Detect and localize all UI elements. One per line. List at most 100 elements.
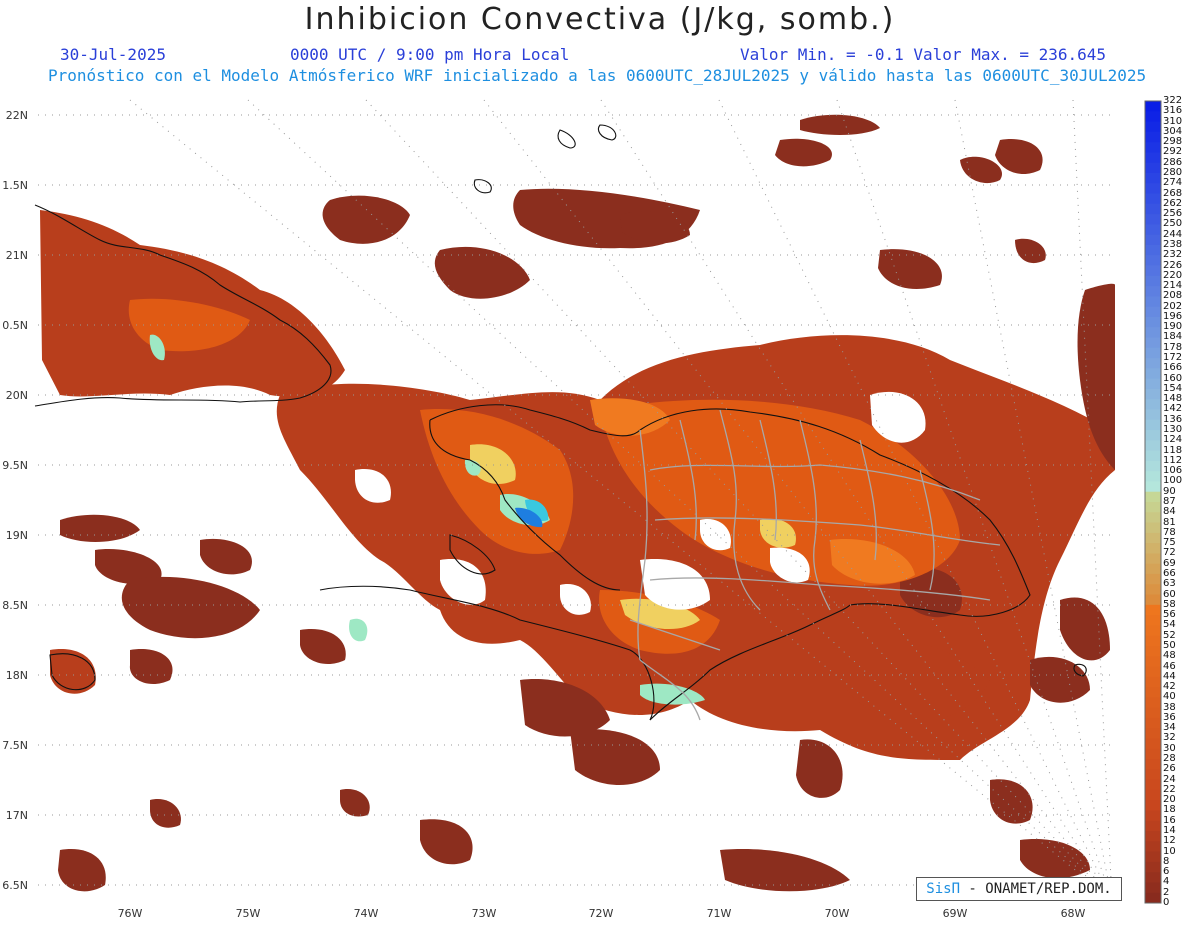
colorbar-swatch-20	[1145, 306, 1161, 318]
colorbar-swatch-7	[1145, 172, 1161, 184]
lat-label-5: 9.5N	[2, 459, 28, 472]
colorbar-swatch-55	[1145, 666, 1161, 678]
colorbar-swatch-68	[1145, 800, 1161, 811]
cell-22	[58, 849, 106, 892]
cell-31	[300, 629, 346, 665]
lon-label-0: 76W	[118, 907, 143, 920]
colorbar-label-30: 142	[1163, 403, 1183, 415]
latitude-labels: 22N 1.5N 21N 0.5N 20N 9.5N 19N 8.5N 18N 7.5N 17N 6.…	[2, 109, 28, 892]
colorbar-swatch-8	[1145, 183, 1161, 195]
lat-label-2: 21N	[6, 249, 28, 262]
cell-9	[60, 514, 140, 542]
colorbar-swatch-3	[1145, 131, 1161, 143]
colorbar-swatch-58	[1145, 697, 1161, 709]
lon-label-7: 69W	[943, 907, 968, 920]
lon-label-5: 71W	[707, 907, 732, 920]
colorbar-label-23: 184	[1163, 331, 1183, 343]
colorbar-swatch-17	[1145, 275, 1161, 287]
colorbar-swatch-57	[1145, 687, 1161, 698]
lat-label-11: 6.5N	[2, 879, 28, 892]
lat-label-1: 1.5N	[2, 179, 28, 192]
colorbar-swatch-65	[1145, 769, 1161, 781]
colorbar-swatch-50	[1145, 615, 1161, 626]
cell-30	[340, 789, 370, 817]
colorbar-label-62: 32	[1163, 732, 1176, 744]
cell-25	[1020, 839, 1090, 879]
colorbar-swatch-37	[1145, 481, 1161, 493]
bahamas-island-1	[473, 179, 492, 194]
lat-label-10: 17N	[6, 809, 28, 822]
colorbar-swatch-48	[1145, 594, 1161, 606]
lon-label-2: 74W	[354, 907, 379, 920]
pale-zone-4	[349, 618, 368, 642]
colorbar-swatch-44	[1145, 553, 1161, 565]
colorbar-swatch-2	[1145, 121, 1161, 133]
colorbar-swatch-22	[1145, 327, 1161, 338]
colorbar-swatch-66	[1145, 779, 1161, 791]
colorbar-label-65: 26	[1163, 763, 1176, 775]
cell-11	[200, 538, 252, 575]
cell-6	[995, 139, 1043, 175]
colorbar-swatch-63	[1145, 748, 1161, 760]
colorbar-swatch-34	[1145, 450, 1161, 462]
colorbar-swatch-47	[1145, 584, 1161, 596]
lon-label-1: 75W	[236, 907, 261, 920]
colorbar-label-37: 100	[1163, 475, 1183, 487]
colorbar-swatch-31	[1145, 419, 1161, 431]
colorbar-swatch-71	[1145, 831, 1161, 842]
colorbar-swatch-15	[1145, 255, 1161, 267]
lat-label-4: 20N	[6, 389, 28, 402]
colorbar-swatch-1	[1145, 111, 1161, 123]
colorbar-swatch-73	[1145, 851, 1161, 863]
colorbar-swatch-6	[1145, 162, 1161, 174]
colorbar-label-15: 232	[1163, 249, 1183, 261]
colorbar-swatch-18	[1145, 286, 1161, 297]
colorbar-swatch-5	[1145, 152, 1161, 164]
colorbar-label-12: 250	[1163, 218, 1183, 230]
colorbar-swatch-36	[1145, 471, 1161, 482]
cell-21	[1060, 597, 1110, 661]
colorbar-swatch-38	[1145, 491, 1161, 503]
colorbar-swatch-75	[1145, 872, 1161, 883]
colorbar-swatch-30	[1145, 409, 1161, 421]
colorbar-swatch-27	[1145, 378, 1161, 390]
colorbar-swatch-54	[1145, 656, 1161, 668]
colorbar-label-5: 292	[1163, 146, 1183, 158]
colorbar-swatch-33	[1145, 440, 1161, 452]
colorbar-swatch-45	[1145, 563, 1161, 575]
colorbar-swatch-23	[1145, 337, 1161, 349]
colorbar-swatch-51	[1145, 625, 1161, 637]
cell-18	[990, 779, 1033, 824]
credit-text: - ONAMET/REP.DOM.	[960, 881, 1112, 897]
colorbar-label-26: 166	[1163, 362, 1183, 374]
colorbar-swatch-52	[1145, 635, 1161, 647]
colorbar	[1144, 100, 1162, 904]
colorbar-swatch-10	[1145, 203, 1161, 215]
colorbar-swatch-16	[1145, 265, 1161, 277]
cell-24	[720, 849, 850, 892]
lat-label-7: 8.5N	[2, 599, 28, 612]
colorbar-swatch-62	[1145, 738, 1161, 750]
colorbar-swatch-42	[1145, 532, 1161, 544]
colorbar-label-69: 18	[1163, 804, 1176, 816]
bahamas-island-2	[557, 129, 576, 149]
colorbar-label-58: 40	[1163, 691, 1176, 703]
colorbar-swatch-72	[1145, 841, 1161, 853]
colorbar-swatch-41	[1145, 522, 1161, 534]
colorbar-label-44: 72	[1163, 547, 1176, 559]
cell-8	[960, 156, 1002, 184]
cell-12	[121, 576, 260, 639]
colorbar-label-55: 46	[1163, 660, 1176, 672]
colorbar-swatch-40	[1145, 512, 1161, 524]
cell-5	[800, 114, 880, 135]
colorbar-swatch-67	[1145, 789, 1161, 801]
cell-23	[420, 819, 473, 865]
colorbar-swatch-12	[1145, 224, 1161, 236]
colorbar-label-33: 124	[1163, 434, 1183, 446]
cell-7	[878, 249, 942, 289]
colorbar-swatch-32	[1145, 430, 1161, 441]
lat-label-9: 7.5N	[2, 739, 28, 752]
colorbar-swatch-49	[1145, 604, 1161, 616]
cell-19	[1030, 656, 1090, 703]
cell-28	[1015, 238, 1046, 264]
